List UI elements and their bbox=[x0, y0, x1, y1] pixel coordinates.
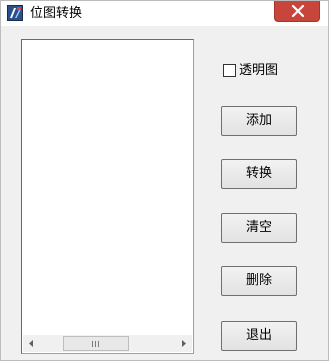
clear-button[interactable]: 清空 bbox=[221, 213, 297, 243]
transparent-label[interactable]: 透明图 bbox=[239, 63, 278, 78]
app-icon bbox=[7, 5, 23, 21]
grip-icon bbox=[92, 341, 99, 347]
arrow-right-icon bbox=[182, 340, 186, 347]
scroll-thumb[interactable] bbox=[63, 336, 129, 351]
arrow-left-icon bbox=[29, 340, 33, 347]
bitmap-convert-window: 位图转换 透明图 添加 转换 清空 删除 退出 bbox=[0, 0, 329, 361]
exit-button[interactable]: 退出 bbox=[221, 321, 297, 351]
transparent-checkbox[interactable] bbox=[223, 64, 236, 77]
convert-button[interactable]: 转换 bbox=[221, 159, 297, 189]
scroll-right-button[interactable] bbox=[175, 335, 192, 352]
delete-button[interactable]: 删除 bbox=[221, 266, 297, 296]
window-title: 位图转换 bbox=[30, 6, 83, 21]
scroll-left-button[interactable] bbox=[23, 335, 40, 352]
horizontal-scrollbar[interactable] bbox=[23, 335, 192, 352]
add-button[interactable]: 添加 bbox=[221, 106, 297, 136]
close-icon bbox=[291, 5, 305, 17]
close-button[interactable] bbox=[274, 1, 320, 22]
title-bar[interactable]: 位图转换 bbox=[1, 1, 328, 26]
dialog-client-area: 透明图 添加 转换 清空 删除 退出 bbox=[1, 26, 328, 360]
scroll-track[interactable] bbox=[40, 335, 175, 352]
file-listbox[interactable] bbox=[21, 39, 194, 354]
